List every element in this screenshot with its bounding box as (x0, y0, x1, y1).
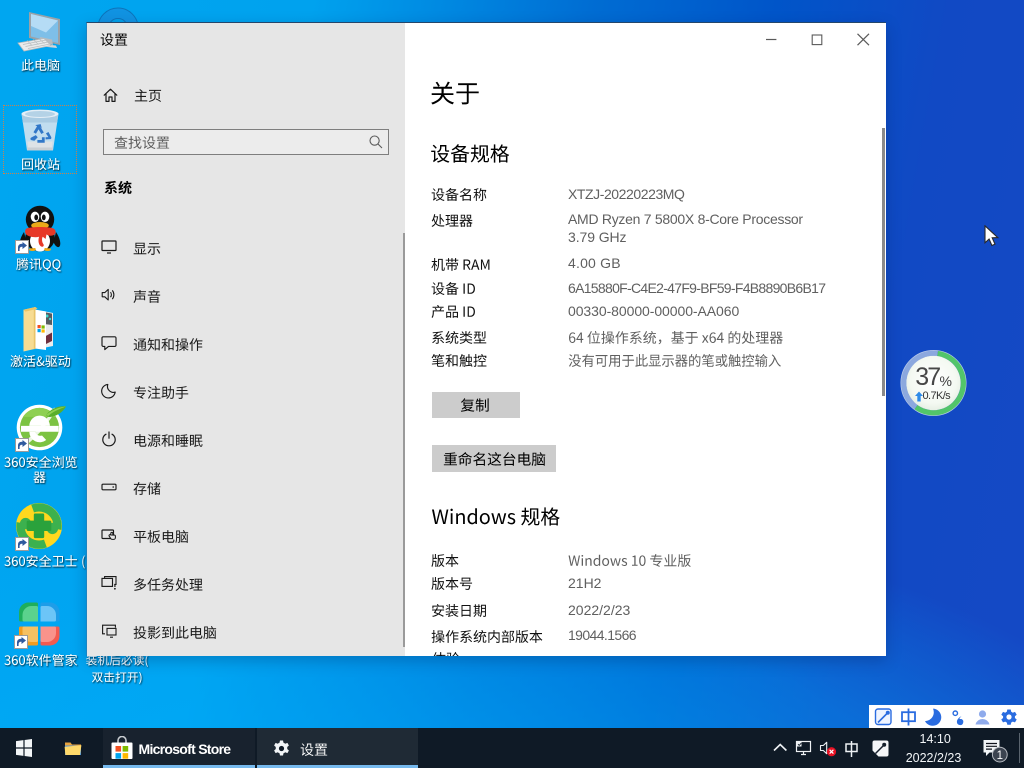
svg-text:1: 1 (997, 750, 1003, 762)
